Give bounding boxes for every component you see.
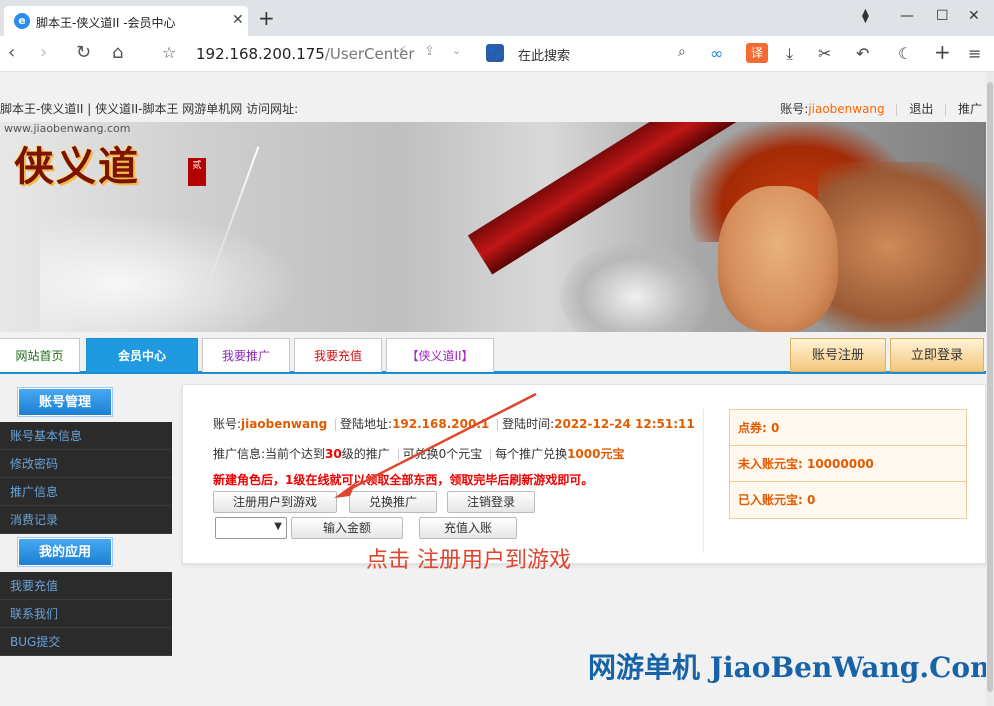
menu-icon[interactable]: ≡ [968,44,981,63]
browser-tab[interactable]: e 脚本王-侠义道II -会员中心 ✕ [4,6,248,36]
banner-cloud [40,212,300,332]
sidebar-item-account-info[interactable]: 账号基本信息 [0,422,172,450]
collections-icon[interactable]: ⧫ [862,8,869,24]
chevron-down-icon[interactable]: ⌄ [452,44,461,57]
promo-each-value: 1000元宝 [567,447,625,461]
window-close-icon[interactable]: ✕ [968,8,980,24]
promote-link[interactable]: 推广 [958,102,982,116]
promo-label: 推广信息:当前个达到 [213,447,326,461]
maximize-icon[interactable]: ☐ [936,8,949,24]
scissors-icon[interactable]: ✂ [818,44,831,63]
back-icon[interactable]: ‹ [8,44,15,62]
annotation-caption: 点击 注册用户到游戏 [366,548,571,573]
sidebar-item-promote-info[interactable]: 推广信息 [0,478,172,506]
tab-home[interactable]: 网站首页 [0,338,80,372]
pending-yuanbao-stat: 未入账元宝: 10000000 [730,446,966,482]
logo-seal: 贰 [188,158,206,186]
balance-stats: 点券: 0 未入账元宝: 10000000 已入账元宝: 0 [729,409,967,519]
sidebar-head-apps: 我的应用 [18,538,112,566]
reload-icon[interactable]: ↻ [76,44,91,62]
translate-icon[interactable]: 译 [746,43,768,63]
search-input[interactable]: 在此搜索 [518,45,570,64]
divider [703,409,704,553]
login-time-value: 2022-12-24 12:51:11 [554,417,695,431]
register-button[interactable]: 账号注册 [790,338,886,372]
browser-logo-icon: e [14,13,30,29]
coupon-stat: 点券: 0 [730,410,966,446]
main-menu: 网站首页 会员中心 我要推广 我要充值 【侠义道II】 账号注册 立即登录 [0,336,994,374]
login-button[interactable]: 立即登录 [890,338,984,372]
sidebar-account-list: 账号基本信息 修改密码 推广信息 消费记录 [0,422,172,534]
undo-icon[interactable]: ↶ [856,44,869,63]
scrollbar-thumb[interactable] [987,82,993,692]
search-icon[interactable]: ⌕ [678,44,686,60]
game-logo: 侠义道 [14,143,140,190]
banner-hero-face [718,186,838,332]
new-tab-icon[interactable]: + [258,8,275,28]
infinity-icon[interactable]: ∞ [710,44,723,63]
scrollbar[interactable] [986,72,994,706]
game-banner: www.jiaobenwang.com 侠义道 贰 [0,122,994,332]
tab-title: 脚本王-侠义道II -会员中心 [36,16,176,30]
moon-icon[interactable]: ☾ [898,44,912,63]
sidebar-item-recharge[interactable]: 我要充值 [0,572,172,600]
register-to-game-button[interactable]: 注册用户到游戏 [213,491,337,513]
account-bar: 账号:jiaobenwang 退出 推广 [780,100,982,117]
input-amount-button[interactable]: 输入金额 [291,517,403,539]
credited-yuanbao-stat: 已入账元宝: 0 [738,493,816,507]
address-bar: ‹ › ↻ ⌂ ☆ 192.168.200.175/UserCenter ⚡ ⇪… [0,36,994,72]
divider [896,103,898,116]
site-watermark: 网游单机 JiaoBenWang.Com [588,651,994,684]
site-top-bar: 脚本王-侠义道II | 侠义道II-脚本王 网游单机网 访问网址: 账号:jia… [0,96,994,120]
tab-member-center[interactable]: 会员中心 [86,338,198,372]
sidebar-head-account: 账号管理 [18,388,112,416]
banner-hero-arm [818,162,994,332]
sidebar-item-contact[interactable]: 联系我们 [0,600,172,628]
paw-icon[interactable]: 🐾 [486,44,504,62]
search-box[interactable]: 🐾 在此搜索 ⌕ [486,42,698,66]
star-icon[interactable]: ☆ [162,44,176,62]
member-info-panel: 账号:jiaobenwang 登陆地址:192.168.200.1 登陆时间:2… [182,384,986,564]
site-intro-text: 脚本王-侠义道II | 侠义道II-脚本王 网游单机网 访问网址: [0,102,299,116]
tab-recharge[interactable]: 我要充值 [294,338,382,372]
account-value: jiaobenwang [241,417,328,431]
account-name-link[interactable]: jiaobenwang [808,102,884,116]
plus-icon[interactable]: + [934,40,951,64]
recharge-credit-button[interactable]: 充值入账 [419,517,517,539]
download-icon[interactable]: ⤓ [786,44,793,64]
browser-tab-bar: e 脚本王-侠义道II -会员中心 ✕ + ⧫ — ☐ ✕ [0,0,994,36]
sidebar-apps-list: 我要充值 联系我们 BUG提交 [0,572,172,656]
minimize-icon[interactable]: — [900,8,914,24]
banner-dragon-armor [560,242,710,332]
account-label: 账号: [213,417,242,431]
forward-icon[interactable]: › [40,44,47,62]
close-icon[interactable]: ✕ [232,12,244,28]
amount-select[interactable]: ▼ [215,517,287,539]
tab-game[interactable]: 【侠义道II】 [386,338,494,372]
share-icon[interactable]: ⇪ [424,44,435,59]
sidebar-item-bug-report[interactable]: BUG提交 [0,628,172,656]
logout-link[interactable]: 退出 [909,102,933,116]
lightning-icon[interactable]: ⚡ [398,44,407,59]
home-icon[interactable]: ⌂ [112,44,123,62]
annotation-arrow [334,392,537,498]
url-field[interactable]: 192.168.200.175/UserCenter [196,45,415,63]
account-label: 账号: [780,102,809,116]
divider [945,103,947,116]
sidebar-item-consume-record[interactable]: 消费记录 [0,506,172,534]
sidebar-item-change-password[interactable]: 修改密码 [0,450,172,478]
chevron-down-icon: ▼ [274,521,282,532]
tab-promote[interactable]: 我要推广 [202,338,290,372]
